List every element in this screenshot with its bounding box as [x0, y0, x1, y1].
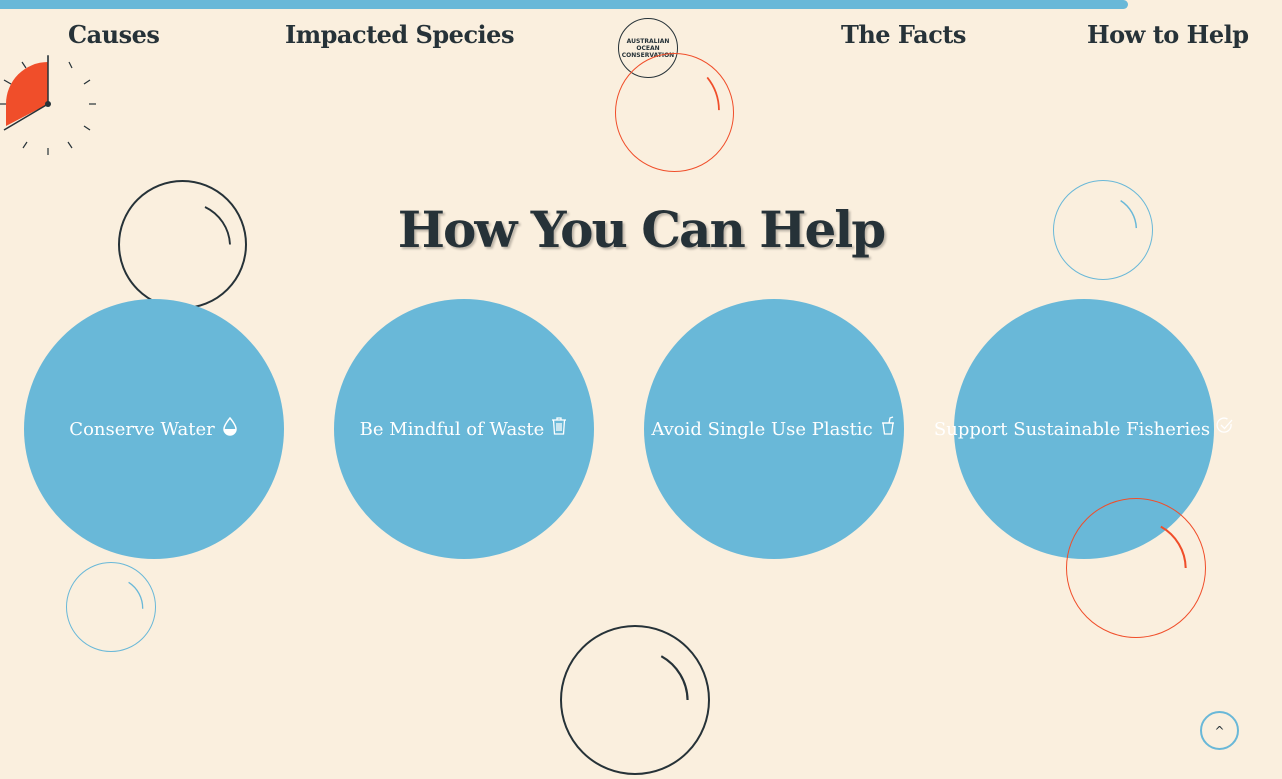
card-label: Conserve Water: [69, 418, 215, 440]
scroll-to-top-button[interactable]: ^: [1200, 711, 1239, 750]
bubble-decoration: [615, 53, 734, 172]
scroll-progress-bar: [0, 0, 1129, 9]
water-drop-icon: [221, 416, 239, 436]
cup-icon: [879, 416, 897, 436]
check-circle-icon: [1216, 416, 1234, 436]
card-mindful-waste[interactable]: Be Mindful of Waste: [334, 299, 594, 559]
card-label: Avoid Single Use Plastic: [651, 418, 873, 440]
trash-icon: [550, 416, 568, 436]
nav-impacted-species[interactable]: Impacted Species: [285, 20, 514, 49]
card-label: Support Sustainable Fisheries: [933, 418, 1211, 440]
bubble-decoration: [66, 562, 156, 652]
card-label: Be Mindful of Waste: [359, 418, 545, 440]
card-conserve-water[interactable]: Conserve Water: [24, 299, 284, 559]
card-avoid-plastic[interactable]: Avoid Single Use Plastic: [644, 299, 904, 559]
bubble-decoration: [1066, 498, 1206, 638]
nav-the-facts[interactable]: The Facts: [841, 20, 966, 49]
section-heading: How You Can Help: [397, 200, 886, 259]
logo-line-1: AUSTRALIAN: [626, 37, 670, 45]
logo-line-2: OCEAN: [636, 44, 660, 52]
nav-how-to-help[interactable]: How to Help: [1087, 20, 1249, 49]
clock-icon: [0, 55, 96, 155]
bubble-decoration: [560, 625, 710, 775]
nav-causes[interactable]: Causes: [68, 20, 160, 49]
